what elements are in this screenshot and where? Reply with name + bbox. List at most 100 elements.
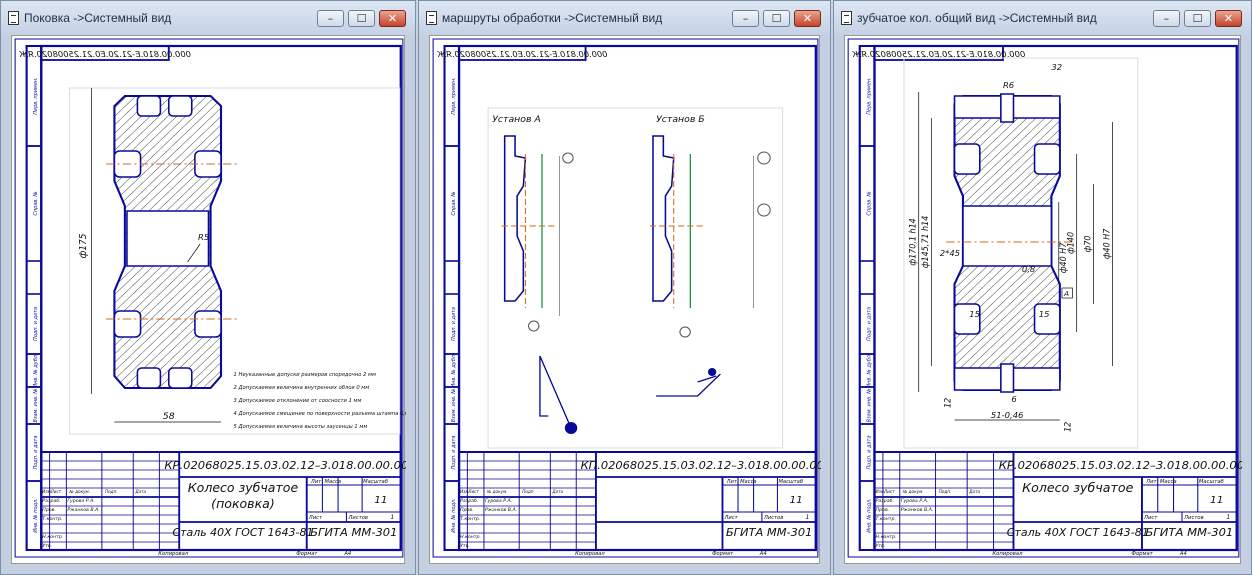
side-label: Перв. примен. xyxy=(866,77,872,114)
stamp-code: КР.02068025.15.03.02.12–3.018.00.00.000 xyxy=(164,459,406,472)
tb-label: Листов xyxy=(763,515,783,521)
tb-label: А4 xyxy=(759,551,767,557)
dim-label: 2*45 xyxy=(940,248,960,258)
close-icon: ✕ xyxy=(1223,12,1234,25)
dim-label: ф40 H7 xyxy=(1101,228,1111,259)
dim-label: ф145,71 h14 xyxy=(920,216,930,269)
drawing-window[interactable]: Поковка ->Системный вид – ☐ ✕ Перв. прим… xyxy=(0,0,418,575)
minimize-button[interactable]: – xyxy=(317,10,344,27)
window-title: Поковка ->Системный вид xyxy=(24,11,172,25)
setup-b-label: Установ Б xyxy=(656,114,705,125)
tb-label: Лист xyxy=(50,489,62,494)
tb-label: Подп. xyxy=(522,489,535,494)
tb-label: Разраб. xyxy=(42,498,60,504)
tb-label: № докум. xyxy=(486,489,507,494)
organization: БГИТА ММ-301 xyxy=(310,526,397,539)
side-label: Подп. и дата xyxy=(866,307,872,341)
tb-label: А4 xyxy=(1179,551,1187,557)
tb-label: Подп. xyxy=(105,489,118,494)
tb-label: Масштаб xyxy=(778,479,803,485)
material: Сталь 40Х ГОСТ 1643-81 xyxy=(173,526,314,539)
tb-label: Ржанков В.А. xyxy=(67,507,99,513)
tb-label: Копировал xyxy=(992,551,1023,557)
tb-label: Лист xyxy=(883,489,895,494)
tb-label: Масштаб xyxy=(363,479,388,485)
dim-label: 12 xyxy=(1062,422,1072,432)
drawing-canvas[interactable]: Перв. примен. Справ. № Подп. и дата Инв. № … xyxy=(430,36,831,565)
drawing-sheet[interactable]: Перв. примен. Справ. № Подп. и дата Инв. № … xyxy=(11,35,418,565)
maximize-icon: ☐ xyxy=(771,12,782,25)
dim-label: ф70 xyxy=(1082,236,1092,253)
drawing-window[interactable]: маршруты обработки ->Системный вид – ☐ ✕… xyxy=(418,0,831,575)
drawing-canvas[interactable]: Перв. примен. Справ. № Подп. и дата Инв. № … xyxy=(845,36,1252,565)
dim-label: 51-0,46 xyxy=(991,410,1023,420)
document-icon xyxy=(841,11,852,25)
tb-label: 1 xyxy=(805,514,809,521)
tb-label: № докум. xyxy=(68,489,90,494)
organization: БГИТА ММ-301 xyxy=(726,526,813,539)
dim-label: 0,8 xyxy=(1022,264,1035,274)
drawing-window[interactable]: зубчатое кол. общий вид ->Системный вид … xyxy=(833,0,1252,575)
side-label: Справ. № xyxy=(451,191,457,215)
title-bar[interactable]: Поковка ->Системный вид – ☐ ✕ xyxy=(1,1,415,35)
tb-label: Пров. xyxy=(42,507,56,513)
minimize-button[interactable]: – xyxy=(732,10,759,27)
side-label: Подп. и дата xyxy=(33,435,39,469)
organization: БГИТА ММ-301 xyxy=(1145,526,1233,539)
tb-label: Листов xyxy=(1183,515,1204,521)
side-label: Взам. инв. № xyxy=(451,389,457,423)
close-button[interactable]: ✕ xyxy=(379,10,406,27)
side-label: Справ. № xyxy=(866,191,872,215)
minimize-icon: – xyxy=(1163,12,1170,25)
title-bar[interactable]: маршруты обработки ->Системный вид – ☐ ✕ xyxy=(419,1,830,35)
side-label: Инв. № подл. xyxy=(866,498,872,532)
tb-label: Т.контр. xyxy=(876,516,896,522)
tb-label: Утв. xyxy=(460,543,470,549)
side-label: Подп. и дата xyxy=(33,307,39,341)
minimize-icon: – xyxy=(742,12,749,25)
title-bar[interactable]: зубчатое кол. общий вид ->Системный вид … xyxy=(834,1,1251,35)
tb-label: Н.контр. xyxy=(42,534,63,540)
mirror-stamp: 000.00.810.E-21.20.E0.21.25008020.ЯЖ xyxy=(18,49,191,59)
drawing-sheet[interactable]: Перв. примен. Справ. № Подп. и дата Инв. № … xyxy=(429,35,831,565)
window-title: зубчатое кол. общий вид ->Системный вид xyxy=(857,11,1097,25)
maximize-button[interactable]: ☐ xyxy=(348,10,375,27)
dim-label: 15 xyxy=(1039,309,1050,319)
scale-value: 11 xyxy=(374,495,387,506)
scale-value: 11 xyxy=(1210,494,1223,506)
scale-value: 11 xyxy=(790,495,803,506)
tb-label: Н.контр. xyxy=(460,534,481,540)
dim-label: 15 xyxy=(969,309,980,319)
tb-label: Утв. xyxy=(42,543,52,549)
tb-label: Гурова Р.А. xyxy=(901,498,929,504)
tb-label: Листов xyxy=(347,515,368,521)
tb-label: Масса xyxy=(324,479,341,485)
datum-a: A xyxy=(1063,289,1069,298)
drawing-canvas[interactable]: Перв. примен. Справ. № Подп. и дата Инв. № … xyxy=(12,36,418,565)
dim-bore: ф40 H7 xyxy=(1058,242,1068,273)
maximize-button[interactable]: ☐ xyxy=(763,10,790,27)
tb-label: Ржанков В.А. xyxy=(901,507,934,513)
side-label: Перв. примен. xyxy=(33,77,39,115)
side-label: Инв. № дубл. xyxy=(866,353,872,387)
side-label: Инв. № подл. xyxy=(451,498,457,532)
tb-label: Разраб. xyxy=(876,498,895,504)
maximize-button[interactable]: ☐ xyxy=(1184,10,1211,27)
dim-label: 6 xyxy=(1011,394,1016,404)
dim-width: 58 xyxy=(163,411,175,422)
tb-label: Лит. xyxy=(726,479,739,485)
mirror-stamp: 000.00.810.E-21.20.E0.21.25008020.ЯЖ xyxy=(851,49,1025,59)
close-button[interactable]: ✕ xyxy=(794,10,821,27)
side-label: Подп. и дата xyxy=(451,436,457,470)
drawing-sheet[interactable]: Перв. примен. Справ. № Подп. и дата Инв. № … xyxy=(844,35,1252,565)
minimize-icon: – xyxy=(327,12,334,25)
part-name: Колесо зубчатое xyxy=(1022,481,1134,495)
close-button[interactable]: ✕ xyxy=(1215,10,1242,27)
side-label: Инв. № дубл. xyxy=(451,353,457,387)
window-title: маршруты обработки ->Системный вид xyxy=(442,11,663,25)
tb-label: Гурова Р.А. xyxy=(485,498,512,504)
minimize-button[interactable]: – xyxy=(1153,10,1180,27)
tb-label: 1 xyxy=(1226,514,1230,521)
side-label: Подп. и дата xyxy=(866,435,872,469)
maximize-icon: ☐ xyxy=(1192,12,1203,25)
